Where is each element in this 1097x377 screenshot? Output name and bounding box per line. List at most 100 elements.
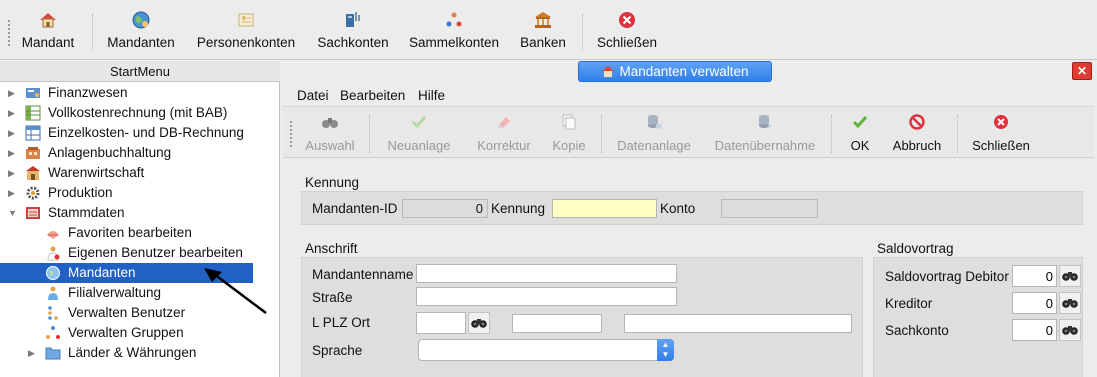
toolbar-sachkonten-button[interactable]: Sachkonten xyxy=(314,10,392,56)
menu-bearbeiten[interactable]: Bearbeiten xyxy=(340,88,405,103)
expand-arrow-icon[interactable]: ▶ xyxy=(8,143,18,163)
cancel-icon xyxy=(909,114,925,130)
datenanlage-button[interactable]: Datenanlage xyxy=(613,113,695,153)
window-toolbar: Auswahl Neuanlage Korrektur Kopie Datena… xyxy=(283,106,1094,158)
saldo-debitor-input[interactable] xyxy=(1012,265,1057,287)
toolbar-mandanten-button[interactable]: Mandanten xyxy=(104,10,178,56)
tree-item-favoriten[interactable]: Favoriten bearbeiten xyxy=(0,223,278,243)
assets-icon xyxy=(26,147,40,159)
window-title: Mandanten verwalten xyxy=(578,61,772,82)
finance-icon xyxy=(26,88,40,98)
saldo-debitor-lookup-button[interactable] xyxy=(1059,265,1081,287)
tree-item-finanzwesen[interactable]: ▶ Finanzwesen xyxy=(0,83,278,103)
tree-item-einzelkosten[interactable]: ▶ Einzelkosten- und DB-Rechnung xyxy=(0,123,278,143)
expand-arrow-icon[interactable]: ▶ xyxy=(8,183,18,203)
toolbar-personenkonten-button[interactable]: Personenkonten xyxy=(194,10,298,56)
tree-item-warenwirtschaft[interactable]: ▶ Warenwirtschaft xyxy=(0,163,278,183)
collapse-arrow-icon[interactable]: ▼ xyxy=(8,203,18,223)
sachkonto-input[interactable] xyxy=(1012,319,1057,341)
binoculars-icon xyxy=(1062,326,1078,335)
konto-label: Konto xyxy=(660,201,696,216)
tree-item-eigenen-benutzer[interactable]: Eigenen Benutzer bearbeiten xyxy=(0,243,278,263)
toolbar-separator xyxy=(957,115,958,153)
strasse-input[interactable] xyxy=(416,287,677,306)
plz-input[interactable] xyxy=(512,314,602,333)
toolbar-mandant-button[interactable]: Mandant xyxy=(18,10,78,56)
sachkonto-lookup-button[interactable] xyxy=(1059,319,1081,341)
tree-item-laender-waehrungen[interactable]: ▶ Länder & Währungen xyxy=(0,343,278,363)
expand-arrow-icon[interactable]: ▶ xyxy=(28,343,38,363)
mandanten-window: Mandanten verwalten ✕ Datei Bearbeiten H… xyxy=(281,61,1097,377)
tree-item-vollkostenrechnung[interactable]: ▶ Vollkostenrechnung (mit BAB) xyxy=(0,103,278,123)
tree-item-verwalten-gruppen[interactable]: Verwalten Gruppen xyxy=(0,323,278,343)
main-toolbar: Mandant Mandanten Personenkonten Sachkon… xyxy=(0,0,1097,60)
kopie-button[interactable]: Kopie xyxy=(549,113,589,153)
folder-icon xyxy=(45,347,61,360)
user-edit-icon xyxy=(47,246,60,261)
ok-button[interactable]: OK xyxy=(843,113,877,153)
sprache-label: Sprache xyxy=(312,343,363,358)
expand-arrow-icon[interactable]: ▶ xyxy=(8,83,18,103)
menu-hilfe[interactable]: Hilfe xyxy=(418,88,445,103)
close-icon xyxy=(619,12,635,28)
globe-icon xyxy=(46,266,60,280)
strasse-label: Straße xyxy=(312,290,353,305)
toolbar-sammelkonten-button[interactable]: Sammelkonten xyxy=(406,10,502,56)
ort-input[interactable] xyxy=(624,314,852,333)
anschrift-section-title: Anschrift xyxy=(305,241,358,256)
sprache-select[interactable]: ▲ ▼ xyxy=(418,339,674,361)
database-add-icon xyxy=(648,115,662,129)
kennung-input[interactable] xyxy=(552,199,657,218)
toolbar-separator xyxy=(582,14,583,50)
favorites-icon xyxy=(47,231,59,239)
window-close-button[interactable]: ✕ xyxy=(1072,62,1092,80)
schliessen-button[interactable]: Schließen xyxy=(969,113,1033,153)
kreditor-input[interactable] xyxy=(1012,292,1057,314)
konto-field xyxy=(721,199,818,218)
tree-item-anlagenbuchhaltung[interactable]: ▶ Anlagenbuchhaltung xyxy=(0,143,278,163)
land-input[interactable] xyxy=(416,312,466,334)
toolbar-schliessen-button[interactable]: Schließen xyxy=(594,10,660,56)
eraser-icon xyxy=(498,117,510,129)
start-menu-tree: ▶ Finanzwesen ▶ Vollkostenrechnung (mit … xyxy=(0,82,280,377)
person-card-icon xyxy=(238,13,254,27)
toolbar-separator xyxy=(601,115,602,153)
abbruch-button[interactable]: Abbruch xyxy=(889,113,945,153)
checkmark-icon xyxy=(852,116,868,129)
toolbar-grip[interactable] xyxy=(290,121,294,147)
land-lookup-button[interactable] xyxy=(468,312,490,334)
kreditor-label: Kreditor xyxy=(885,296,933,311)
kennung-section-title: Kennung xyxy=(305,175,360,190)
neuanlage-button[interactable]: Neuanlage xyxy=(381,113,457,153)
binoculars-icon xyxy=(322,118,338,128)
expand-arrow-icon[interactable]: ▶ xyxy=(8,103,18,123)
korrektur-button[interactable]: Korrektur xyxy=(467,113,541,153)
close-icon xyxy=(994,115,1008,129)
mandantenname-input[interactable] xyxy=(416,264,677,283)
saldovortrag-section-title: Saldovortrag xyxy=(877,241,954,256)
expand-arrow-icon[interactable]: ▶ xyxy=(8,163,18,183)
toolbar-grip[interactable] xyxy=(8,20,12,46)
toolbar-separator xyxy=(369,115,370,153)
warehouse-icon xyxy=(26,166,40,180)
kennung-group: Mandanten-ID 0 Kennung Konto xyxy=(301,191,1083,225)
auswahl-button[interactable]: Auswahl xyxy=(303,113,357,153)
ledger-icon xyxy=(346,12,360,27)
house-icon xyxy=(40,13,56,28)
toolbar-banken-button[interactable]: Banken xyxy=(516,10,570,56)
checkmark-icon xyxy=(411,116,427,129)
spreadsheet-icon xyxy=(25,105,41,121)
table-icon xyxy=(25,125,41,141)
toolbar-separator xyxy=(831,115,832,153)
branch-icon xyxy=(48,286,58,300)
tree-item-produktion[interactable]: ▶ Produktion xyxy=(0,183,278,203)
mandantenname-label: Mandantenname xyxy=(312,267,414,282)
bank-icon xyxy=(535,12,551,28)
tree-item-stammdaten[interactable]: ▼ Stammdaten xyxy=(0,203,278,223)
expand-arrow-icon[interactable]: ▶ xyxy=(8,123,18,143)
database-import-icon xyxy=(759,115,772,129)
menu-datei[interactable]: Datei xyxy=(297,88,329,103)
mandanten-id-field: 0 xyxy=(402,199,488,218)
kreditor-lookup-button[interactable] xyxy=(1059,292,1081,314)
datenuebernahme-button[interactable]: Datenübernahme xyxy=(711,113,819,153)
